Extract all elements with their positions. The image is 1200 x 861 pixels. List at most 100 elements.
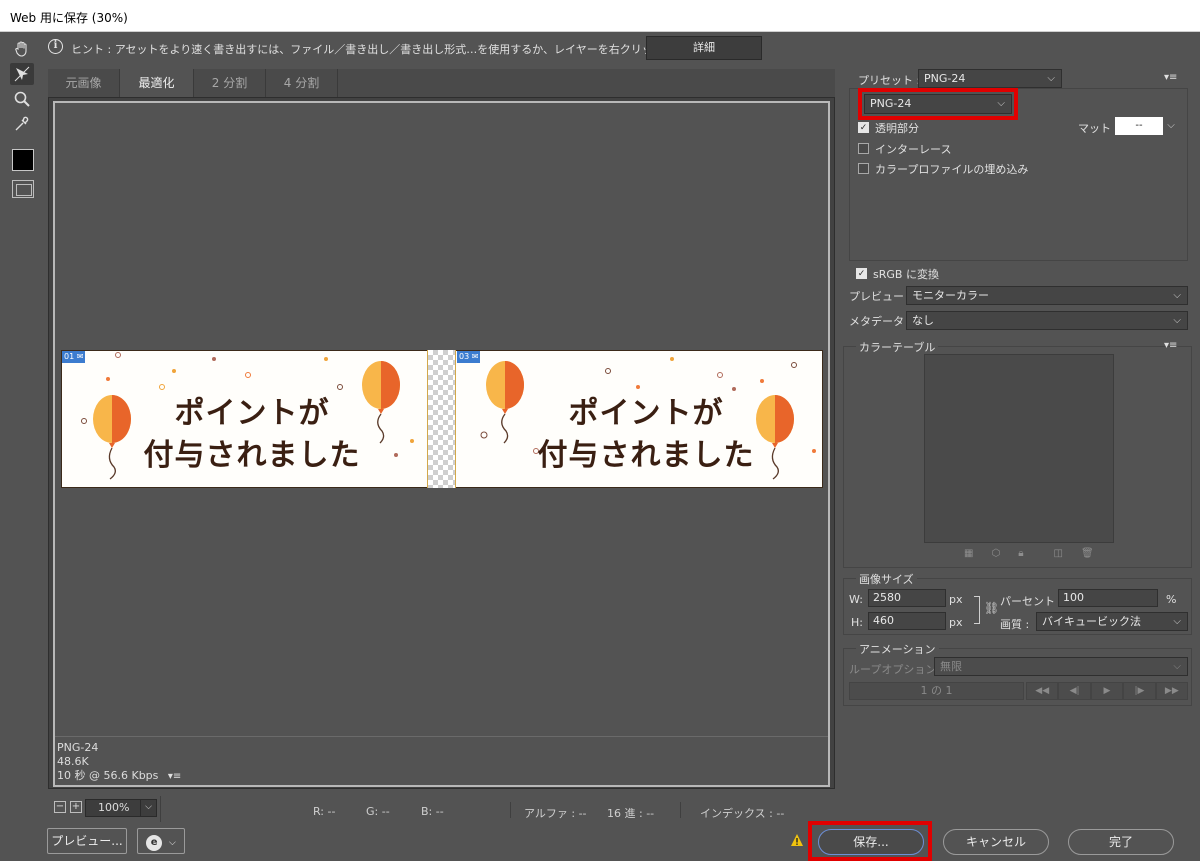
chevron-down-icon: ⌵ (169, 838, 176, 848)
color-table-menu-icon[interactable]: ▾≡ (1164, 340, 1177, 351)
toggle-slices-icon[interactable] (12, 180, 34, 198)
transparency-label: 透明部分 (875, 122, 919, 135)
web-snap-icon[interactable]: ▦ (964, 548, 991, 559)
quality-dropdown[interactable]: バイキュービック法 ⌵ (1036, 612, 1188, 631)
color-table-title: カラーテーブル (856, 339, 939, 355)
quality-label: 画質 : (1000, 618, 1030, 631)
info-icon: i (48, 39, 63, 54)
warning-icon (790, 833, 804, 847)
browser-icon: e (146, 835, 163, 851)
tab-2up[interactable]: 2 分割 (194, 69, 266, 97)
banner-text-right-line2: 付与されました (537, 438, 755, 473)
embed-profile-checkbox[interactable] (858, 163, 869, 174)
height-field[interactable]: 460 (868, 612, 946, 630)
format-dropdown[interactable]: PNG-24 ⌵ (864, 94, 1012, 114)
zoom-dropdown-chevron-icon: ⌵ (140, 799, 156, 817)
window-titlebar: Web 用に保存 (30%) (0, 0, 1200, 32)
slice-label-01[interactable]: 01 ✉ (62, 351, 86, 363)
banner-text-right-line1: ポイントが (568, 396, 724, 431)
width-field[interactable]: 2580 (868, 589, 946, 607)
chevron-down-icon: ⌵ (1173, 290, 1181, 301)
zoom-control: − + 100% ⌵ (48, 797, 160, 823)
slice-label-03[interactable]: 03 ✉ (457, 351, 481, 363)
image-size-title: 画像サイズ (856, 571, 917, 587)
preview-button[interactable]: プレビュー... (47, 828, 127, 854)
frame-counter: 1 の 1 (849, 682, 1024, 700)
save-button[interactable]: 保存... (818, 829, 924, 855)
tab-optimized[interactable]: 最適化 (120, 69, 194, 97)
play-icon[interactable]: ▶ (1090, 682, 1124, 700)
balloon-right-1 (486, 361, 524, 444)
prev-frame-icon[interactable]: ◀| (1058, 682, 1091, 700)
next-frame-icon[interactable]: |▶ (1123, 682, 1156, 700)
chevron-down-icon: ⌵ (997, 98, 1005, 109)
hint-text: ヒント : アセットをより速く書き出すには、ファイル／書き出し／書き出し形式…を… (71, 43, 719, 56)
tab-original[interactable]: 元画像 (48, 69, 120, 97)
tab-4up[interactable]: 4 分割 (266, 69, 338, 97)
readout-alpha: アルファ : -- (524, 807, 587, 820)
preview-info-divider (55, 736, 828, 737)
last-frame-icon[interactable]: ▶▶ (1155, 682, 1189, 700)
detail-button[interactable]: 詳細 (646, 36, 762, 60)
percent-unit: % (1166, 593, 1177, 606)
transparency-checkbox[interactable]: ✓ (858, 122, 869, 133)
height-unit: px (949, 616, 963, 629)
status-divider-3 (680, 802, 681, 818)
chevron-down-icon: ⌵ (1173, 616, 1181, 627)
zoom-tool-icon[interactable] (10, 88, 34, 110)
preview-format: PNG-24 (57, 741, 99, 754)
color-table-toolbar: ▦⬡🔒︎ ◫🗑︎ (964, 548, 1112, 559)
status-divider-1 (160, 796, 161, 822)
transparent-slice-area[interactable] (427, 350, 456, 488)
banner-text-left-line1: ポイントが (174, 396, 330, 431)
readout-index: インデックス : -- (700, 807, 785, 820)
download-speed-menu-icon: ▾≡ (167, 771, 182, 782)
height-label: H: (851, 616, 863, 629)
zoom-out-button[interactable]: − (54, 801, 66, 813)
srgb-checkbox[interactable]: ✓ (856, 268, 867, 279)
banner-text-left-line2: 付与されました (143, 438, 361, 473)
percent-label: パーセント : (1000, 595, 1063, 608)
readout-r: R: -- (313, 805, 336, 818)
zoom-level-field[interactable]: 100% ⌵ (85, 799, 157, 817)
new-color-icon[interactable]: ◫ (1054, 548, 1081, 559)
preview-mode-label: プレビュー : (849, 290, 912, 303)
optimize-menu-icon[interactable]: ▾≡ (1164, 72, 1177, 83)
status-divider-2 (510, 802, 511, 818)
matte-color-swatch[interactable]: -- (1115, 117, 1163, 135)
interlace-checkbox[interactable] (858, 143, 869, 154)
animation-title: アニメーション (856, 641, 939, 657)
cancel-button[interactable]: キャンセル (943, 829, 1049, 855)
eyedropper-color-swatch[interactable] (12, 149, 34, 171)
preview-filesize: 48.6K (57, 755, 89, 768)
metadata-dropdown[interactable]: なし ⌵ (906, 311, 1188, 330)
preview-mode-dropdown[interactable]: モニターカラー ⌵ (906, 286, 1188, 305)
constrain-bracket (974, 596, 980, 624)
done-button[interactable]: 完了 (1068, 829, 1174, 855)
preview-download-time: 10 秒 @ 56.6 Kbps ▾≡ (57, 769, 182, 782)
loop-label: ループオプション : (849, 663, 944, 676)
metadata-label: メタデータ : (849, 315, 912, 328)
width-label: W: (849, 593, 863, 606)
eyedropper-tool-icon[interactable] (10, 113, 34, 135)
preset-dropdown[interactable]: PNG-24 ⌵ (918, 69, 1062, 88)
link-icon[interactable]: ⛓︎ (984, 601, 999, 615)
percent-field[interactable]: 100 (1058, 589, 1158, 607)
preview-info: PNG-24 48.6K 10 秒 @ 56.6 Kbps ▾≡ (57, 741, 181, 784)
first-frame-icon[interactable]: ◀◀ (1026, 682, 1059, 700)
embed-profile-label: カラープロファイルの埋め込み (875, 163, 1029, 176)
chevron-down-icon: ⌵ (1047, 73, 1055, 84)
browser-preview-button[interactable]: e ⌵ (137, 828, 185, 854)
loop-dropdown[interactable]: 無限 ⌵ (934, 657, 1188, 676)
readout-b: B: -- (421, 805, 444, 818)
slice-select-tool-icon[interactable] (10, 63, 34, 85)
lock-icon[interactable]: 🔒︎ (1018, 548, 1041, 559)
readout-hex: 16 進 : -- (607, 807, 655, 820)
cube-icon[interactable]: ⬡ (991, 548, 1018, 559)
matte-chevron-down-icon[interactable]: ⌵ (1163, 117, 1179, 135)
hand-tool-icon[interactable] (10, 38, 34, 60)
trash-icon[interactable]: 🗑︎ (1081, 548, 1112, 559)
color-table-area[interactable] (924, 354, 1114, 543)
preset-label: プリセット : (858, 74, 921, 87)
zoom-in-button[interactable]: + (70, 801, 82, 813)
